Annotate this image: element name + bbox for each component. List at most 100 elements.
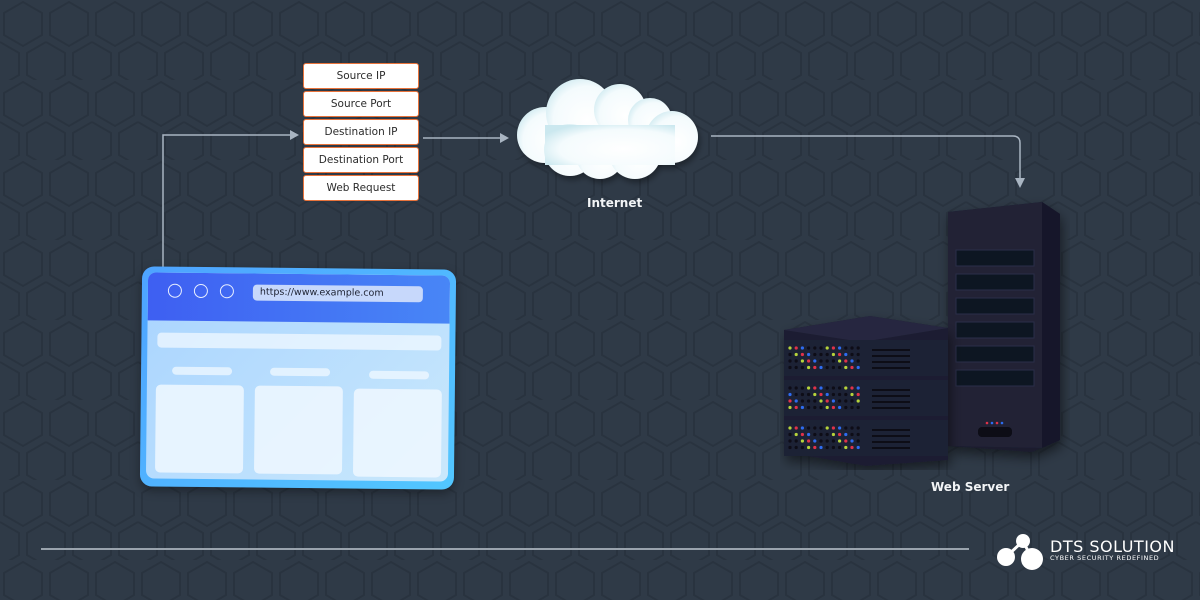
server-rack-icon [784, 202, 1060, 466]
cloud-icon [517, 79, 698, 179]
server-led [838, 352, 842, 357]
window-control-circle [167, 283, 182, 298]
field-web-request: Web Request [303, 175, 419, 201]
server-led [807, 346, 811, 350]
server-led [831, 426, 835, 430]
server-led [794, 346, 798, 350]
server-led [788, 346, 792, 350]
server-led [794, 352, 798, 357]
content-placeholder-heading [172, 366, 233, 376]
server-led [838, 346, 842, 350]
server-led [850, 392, 854, 397]
server-led [813, 432, 817, 437]
server-led [838, 426, 842, 430]
server-led [844, 352, 848, 357]
server-led [794, 439, 798, 443]
server-led [850, 439, 854, 443]
server-led [825, 346, 829, 350]
server-led [825, 432, 829, 437]
server-led [788, 386, 792, 390]
server-led [807, 426, 811, 430]
server-led [856, 386, 860, 390]
server-led [819, 432, 823, 437]
server-led [788, 426, 792, 430]
content-placeholder-card [155, 384, 244, 474]
server-led [788, 352, 792, 357]
server-led [794, 399, 798, 403]
server-led [850, 359, 854, 363]
server-led [838, 399, 842, 403]
server-led [844, 392, 848, 397]
server-led [831, 432, 835, 437]
server-led [825, 392, 829, 397]
server-led [813, 399, 817, 403]
server-led [856, 359, 860, 363]
content-placeholder-card [253, 385, 343, 475]
server-led [825, 399, 829, 403]
server-led [807, 392, 811, 397]
server-led [850, 432, 854, 437]
server-led [794, 392, 798, 397]
server-led [856, 405, 860, 410]
server-led [794, 405, 798, 410]
server-led [813, 426, 817, 430]
server-led [813, 405, 817, 410]
content-placeholder-banner [157, 332, 442, 351]
footer-divider [41, 548, 969, 550]
server-led [800, 352, 804, 357]
server-led [819, 392, 823, 397]
content-placeholder-heading [368, 370, 430, 380]
url-bar: https://www.example.com [252, 284, 423, 303]
server-led [838, 386, 842, 390]
server-led [831, 392, 835, 397]
server-led [850, 405, 854, 410]
server-led [850, 399, 854, 403]
server-led [800, 405, 804, 410]
server-led [825, 426, 829, 430]
server-led [856, 346, 860, 350]
server-led [788, 365, 792, 370]
server-led [800, 432, 804, 437]
server-led [838, 392, 842, 397]
server-led [850, 346, 854, 350]
server-led [819, 365, 823, 370]
server-led [813, 365, 817, 370]
server-led [831, 352, 835, 357]
brand-tagline: CYBER SECURITY REDEFINED [1050, 554, 1160, 562]
server-led [831, 359, 835, 363]
server-led [838, 445, 842, 450]
server-led [838, 365, 842, 370]
server-led [807, 365, 811, 370]
connector-browser-to-packet [162, 130, 299, 268]
server-led [819, 352, 823, 357]
server-led [850, 352, 854, 357]
field-source-port: Source Port [303, 91, 419, 117]
server-led [807, 399, 811, 403]
server-led [813, 439, 817, 443]
server-led [819, 346, 823, 350]
connector-internet-to-server [711, 135, 1025, 188]
server-led [813, 359, 817, 363]
server-led [794, 445, 798, 450]
window-control-circle [219, 284, 234, 299]
server-led [844, 426, 848, 430]
server-led [819, 426, 823, 430]
server-led [856, 365, 860, 370]
server-led [856, 439, 860, 443]
server-led [800, 386, 804, 390]
server-led [831, 445, 835, 450]
server-led [844, 399, 848, 403]
server-led [819, 445, 823, 450]
server-led [800, 445, 804, 450]
server-led [819, 386, 823, 390]
server-led [844, 386, 848, 390]
server-led [856, 445, 860, 450]
server-led [825, 405, 829, 410]
server-led [819, 405, 823, 410]
server-led [800, 346, 804, 350]
content-placeholder-heading [270, 367, 331, 377]
field-source-ip: Source IP [303, 63, 419, 89]
server-led [788, 432, 792, 437]
server-led [788, 392, 792, 397]
server-led [831, 365, 835, 370]
